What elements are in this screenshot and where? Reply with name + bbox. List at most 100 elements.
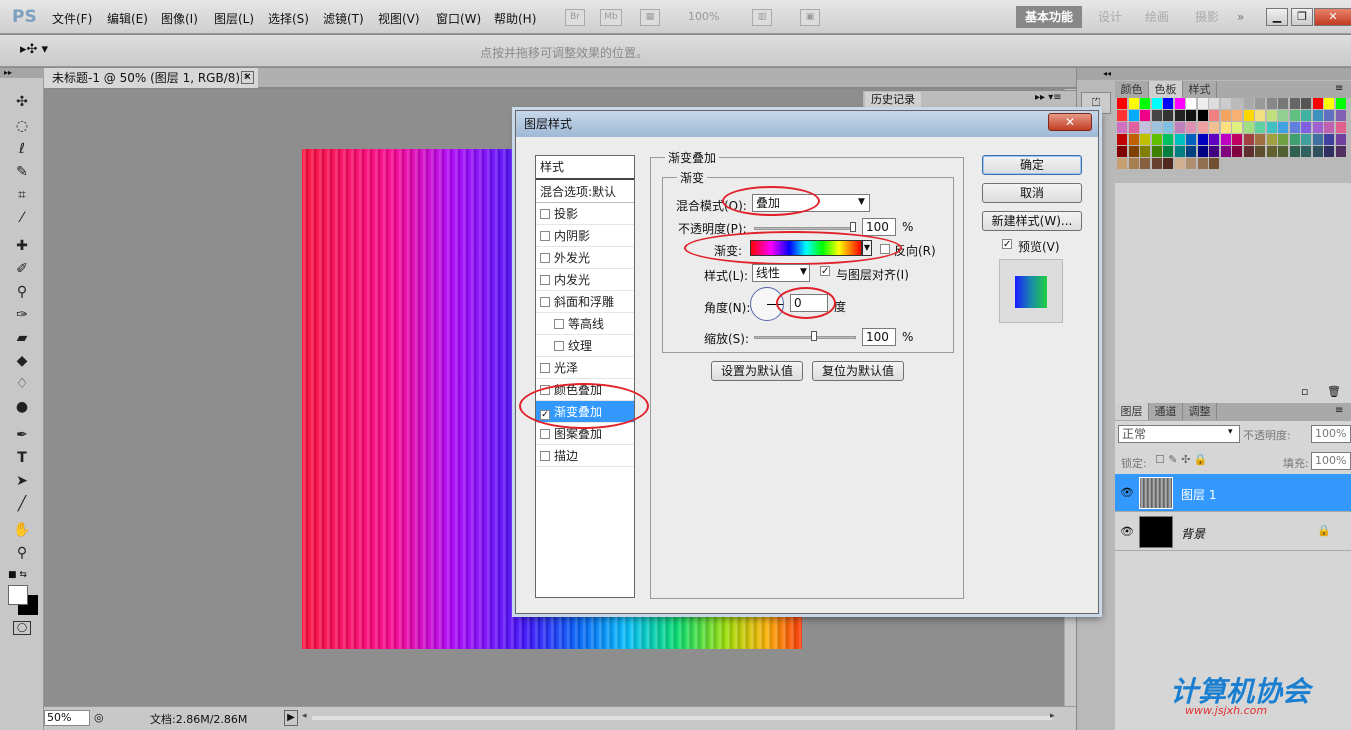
preview-checkbox[interactable]: ✓ — [1002, 239, 1012, 250]
zoom-tool-icon[interactable]: ⚲ — [11, 543, 33, 563]
menu-select[interactable]: 选择(S) — [268, 10, 309, 27]
swatch[interactable] — [1232, 110, 1242, 121]
lasso-tool-icon[interactable]: ℓ — [11, 139, 33, 159]
checkbox[interactable] — [554, 341, 564, 351]
close-document-icon[interactable]: ✕ — [241, 71, 254, 84]
swatch[interactable] — [1289, 146, 1300, 157]
swatch[interactable] — [1278, 122, 1288, 133]
quick-select-tool-icon[interactable]: ✎ — [11, 162, 33, 182]
swatch[interactable] — [1220, 110, 1231, 121]
move-tool-icon[interactable]: ✣ — [11, 92, 33, 112]
swatch[interactable] — [1324, 122, 1334, 133]
more-workspaces-icon[interactable]: » — [1237, 6, 1244, 28]
swatch[interactable] — [1312, 98, 1323, 109]
swatch[interactable] — [1255, 98, 1265, 109]
tab-channels[interactable]: 通道 — [1149, 403, 1183, 420]
window-close-icon[interactable]: ✕ — [1314, 8, 1351, 26]
new-swatch-icon[interactable]: ▫ — [1301, 385, 1308, 398]
default-colors-icon[interactable]: ■ ⇆ — [8, 570, 27, 580]
swatch[interactable] — [1197, 158, 1208, 169]
screen-mode-icon[interactable]: ▣ — [800, 9, 820, 26]
checkbox[interactable] — [540, 231, 550, 241]
healing-brush-tool-icon[interactable]: ✚ — [11, 236, 33, 256]
workspace-photography[interactable]: 摄影 — [1195, 6, 1219, 28]
opacity-slider[interactable] — [754, 227, 856, 230]
layer-row-1[interactable]: 👁 图层 1 — [1115, 474, 1351, 512]
swatch-grid[interactable] — [1117, 98, 1347, 183]
swatch[interactable] — [1174, 98, 1185, 109]
swatch[interactable] — [1301, 98, 1311, 109]
swatch[interactable] — [1163, 98, 1173, 109]
workspace-essentials[interactable]: 基本功能 — [1016, 6, 1082, 28]
checkbox[interactable] — [540, 253, 550, 263]
swatch[interactable] — [1324, 110, 1334, 121]
swatch[interactable] — [1301, 122, 1311, 133]
swatch[interactable] — [1289, 122, 1300, 133]
foreground-color-swatch[interactable] — [8, 585, 28, 605]
swatch[interactable] — [1209, 146, 1219, 157]
workspace-design[interactable]: 设计 — [1098, 6, 1122, 28]
brush-tool-icon[interactable]: ✐ — [11, 259, 33, 279]
swatch[interactable] — [1151, 146, 1162, 157]
blend-chevron-down-icon[interactable]: ▾ — [1228, 427, 1233, 437]
visibility-eye-icon[interactable]: 👁 — [1120, 486, 1134, 499]
tab-color[interactable]: 颜色 — [1115, 81, 1149, 98]
swatches-menu-icon[interactable]: ≡ — [1335, 83, 1343, 94]
swatch[interactable] — [1163, 158, 1173, 169]
checkbox[interactable] — [540, 209, 550, 219]
swatch[interactable] — [1174, 122, 1185, 133]
style-item-contour[interactable]: 等高线 — [536, 313, 634, 335]
visibility-eye-icon[interactable]: 👁 — [1120, 525, 1134, 538]
style-item-outer-glow[interactable]: 外发光 — [536, 247, 634, 269]
cancel-button[interactable]: 取消 — [982, 183, 1082, 203]
reset-to-default-button[interactable]: 复位为默认值 — [812, 361, 904, 381]
swatch[interactable] — [1186, 134, 1196, 145]
swatch[interactable] — [1255, 134, 1265, 145]
tab-layers[interactable]: 图层 — [1115, 403, 1149, 420]
swatch[interactable] — [1243, 110, 1254, 121]
history-brush-tool-icon[interactable]: ✑ — [11, 305, 33, 325]
swatch[interactable] — [1301, 110, 1311, 121]
swatch[interactable] — [1186, 110, 1196, 121]
swatch[interactable] — [1197, 98, 1208, 109]
swatch[interactable] — [1186, 122, 1196, 133]
workspace-painting[interactable]: 绘画 — [1145, 6, 1169, 28]
swatch[interactable] — [1128, 146, 1139, 157]
menu-help[interactable]: 帮助(H) — [494, 10, 536, 27]
new-style-button[interactable]: 新建样式(W)... — [982, 211, 1082, 231]
swatch[interactable] — [1151, 134, 1162, 145]
scroll-right-icon[interactable]: ▸ — [1050, 711, 1055, 721]
menu-window[interactable]: 窗口(W) — [436, 10, 481, 27]
make-default-button[interactable]: 设置为默认值 — [711, 361, 803, 381]
swatch[interactable] — [1197, 122, 1208, 133]
restore-icon[interactable]: ❐ — [1291, 8, 1313, 26]
swatch[interactable] — [1312, 110, 1323, 121]
swatch[interactable] — [1289, 98, 1300, 109]
swatch[interactable] — [1232, 146, 1242, 157]
style-item-satin[interactable]: 光泽 — [536, 357, 634, 379]
menu-file[interactable]: 文件(F) — [52, 10, 92, 27]
scale-slider-thumb[interactable] — [811, 331, 817, 341]
swatch[interactable] — [1186, 146, 1196, 157]
swatch[interactable] — [1117, 158, 1127, 169]
style-item-inner-glow[interactable]: 内发光 — [536, 269, 634, 291]
opacity-field[interactable]: 100 — [862, 218, 896, 236]
checkbox[interactable] — [540, 363, 550, 373]
toolbar-collapse-icon[interactable]: ▸▸ — [0, 68, 44, 78]
swatch[interactable] — [1163, 110, 1173, 121]
swatch[interactable] — [1301, 134, 1311, 145]
zoom-level-select[interactable]: 100% — [688, 10, 719, 23]
swatch[interactable] — [1174, 158, 1185, 169]
status-info-icon[interactable]: ◎ — [94, 711, 104, 724]
panel-menu-icon[interactable]: ▸▸ ▾≡ — [1035, 92, 1062, 103]
swatch[interactable] — [1220, 98, 1231, 109]
swatch[interactable] — [1220, 122, 1231, 133]
chevron-down-icon[interactable]: ▼ — [800, 267, 807, 277]
opacity-slider-thumb[interactable] — [850, 222, 856, 232]
swatch[interactable] — [1140, 134, 1150, 145]
layer-name[interactable]: 图层 1 — [1181, 486, 1216, 503]
dialog-close-icon[interactable]: ✕ — [1048, 113, 1092, 131]
scale-field[interactable]: 100 — [862, 328, 896, 346]
layer-name[interactable]: 背景 — [1181, 525, 1205, 542]
scroll-left-icon[interactable]: ◂ — [302, 711, 307, 721]
